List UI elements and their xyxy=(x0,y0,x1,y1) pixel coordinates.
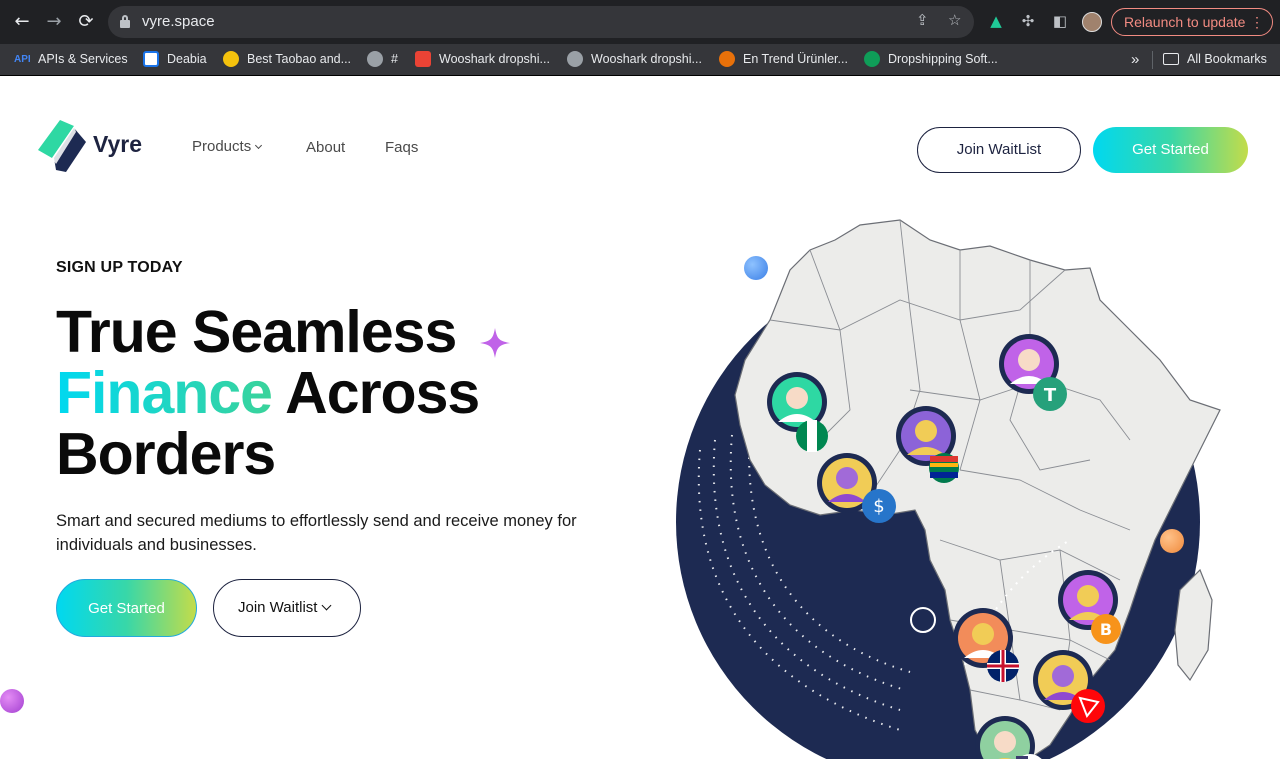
nav-faqs[interactable]: Faqs xyxy=(385,139,418,156)
vyre-logo-icon[interactable] xyxy=(36,118,90,174)
url-text[interactable]: vyre.space xyxy=(142,13,215,30)
relaunch-button[interactable]: Relaunch to update ⋮ xyxy=(1111,8,1273,36)
bookmark-apis[interactable]: API APIs & Services xyxy=(14,51,128,69)
profile-avatar[interactable] xyxy=(1082,12,1102,32)
bookmark-label: En Trend Ürünler... xyxy=(743,52,848,66)
reload-icon[interactable]: ⟳ xyxy=(74,10,98,34)
api-icon: API xyxy=(14,53,31,65)
hero-join-waitlist-label: Join Waitlist xyxy=(238,599,318,616)
lock-icon[interactable] xyxy=(120,15,130,28)
bookmark-label: # xyxy=(391,52,398,66)
logo-text[interactable]: Vyre xyxy=(93,131,142,158)
decorative-dot-blue xyxy=(744,256,768,280)
headline-line-2-rest: Across xyxy=(271,360,480,426)
puzzle-icon[interactable]: ✣ xyxy=(1018,12,1038,32)
nav-about[interactable]: About xyxy=(306,139,345,156)
folder-icon xyxy=(1163,52,1179,65)
chevron-down-icon xyxy=(255,141,263,150)
bookmark-wooshark-2[interactable]: Wooshark dropshi... xyxy=(567,50,702,69)
back-arrow-icon[interactable]: ← xyxy=(10,10,34,34)
bookmark-label: Wooshark dropshi... xyxy=(439,52,550,66)
bookmark-label: Wooshark dropshi... xyxy=(591,52,702,66)
forward-arrow-icon[interactable]: → xyxy=(42,10,66,34)
share-icon[interactable]: ⇪ xyxy=(916,11,929,29)
kebab-menu-icon[interactable]: ⋮ xyxy=(1250,9,1264,35)
relaunch-label: Relaunch to update xyxy=(1124,14,1246,30)
vyre-homepage: Vyre Products About Faqs Join WaitList G… xyxy=(0,76,1280,759)
bookmark-label: APIs & Services xyxy=(38,52,128,66)
vue-extension-icon[interactable]: ▲ xyxy=(986,12,1006,32)
browser-toolbar: ← → ⟳ vyre.space ⇪ ☆ ▲ ✣ ◧ Relaunch to u… xyxy=(0,0,1280,44)
sparkle-icon xyxy=(480,328,510,358)
headline-line-1: True Seamless xyxy=(56,299,457,365)
address-bar[interactable]: vyre.space ⇪ ☆ xyxy=(108,6,974,38)
bookmark-label: Dropshipping Soft... xyxy=(888,52,998,66)
hero-headline: True Seamless Finance Across Borders xyxy=(56,299,480,487)
all-bookmarks[interactable]: All Bookmarks xyxy=(1152,51,1267,69)
get-started-button[interactable]: Get Started xyxy=(1093,127,1248,173)
taobao-icon xyxy=(223,50,239,67)
decorative-dot-orange xyxy=(1160,529,1184,553)
star-icon[interactable]: ☆ xyxy=(948,11,961,29)
svg-text:$: $ xyxy=(873,496,884,517)
wooshark-icon xyxy=(415,50,431,67)
africa-map-illustration: $ T B xyxy=(676,219,1221,759)
globe-icon xyxy=(567,50,583,67)
hero-subtext: Smart and secured mediums to effortlessl… xyxy=(56,512,577,554)
svg-text:T: T xyxy=(1044,385,1057,406)
deabia-icon xyxy=(143,50,159,67)
eyebrow-text: SIGN UP TODAY xyxy=(56,259,183,276)
svg-text:B: B xyxy=(1100,620,1112,639)
hero-get-started-button[interactable]: Get Started xyxy=(56,579,197,637)
bookmark-label: Best Taobao and... xyxy=(247,52,352,66)
join-waitlist-button[interactable]: Join WaitList xyxy=(917,127,1081,173)
decorative-dot-purple xyxy=(0,689,24,713)
hero-join-waitlist-button[interactable]: Join Waitlist xyxy=(213,579,361,637)
headline-line-3: Borders xyxy=(56,421,276,487)
bookmark-deabia[interactable]: Deabia xyxy=(143,50,207,69)
nav-products-label: Products xyxy=(192,138,252,155)
bookmarks-bar: API APIs & Services Deabia Best Taobao an… xyxy=(0,44,1280,76)
headline-line-2: Finance Across xyxy=(56,360,480,426)
headline-accent: Finance xyxy=(56,360,273,426)
entrend-icon xyxy=(719,50,735,67)
bookmark-wooshark-1[interactable]: Wooshark dropshi... xyxy=(415,50,550,69)
bookmark-dropshipping[interactable]: Dropshipping Soft... xyxy=(864,50,998,69)
bookmark-entrend[interactable]: En Trend Ürünler... xyxy=(719,50,848,69)
chevron-down-icon xyxy=(322,600,332,611)
globe-icon xyxy=(367,50,383,67)
dropshipping-icon xyxy=(864,50,880,67)
side-panel-icon[interactable]: ◧ xyxy=(1050,12,1070,32)
all-bookmarks-label: All Bookmarks xyxy=(1187,52,1267,66)
nav-products[interactable]: Products xyxy=(192,138,263,155)
bookmark-taobao[interactable]: Best Taobao and... xyxy=(223,50,352,69)
bookmark-hash[interactable]: # xyxy=(367,50,398,69)
bookmarks-overflow-icon[interactable]: » xyxy=(1131,51,1139,69)
bookmark-label: Deabia xyxy=(167,52,207,66)
